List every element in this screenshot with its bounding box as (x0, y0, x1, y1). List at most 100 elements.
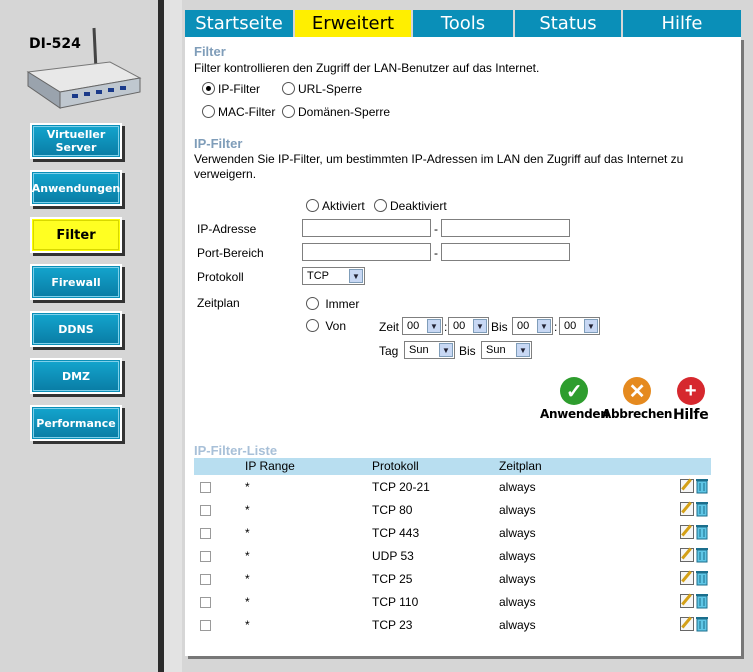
protocol-value: TCP (307, 270, 329, 282)
schedule-cell: always (499, 526, 536, 540)
cancel-button[interactable]: ✕ Abbrechen (602, 377, 672, 421)
nav-filter[interactable]: Filter (30, 217, 122, 253)
protocol-cell: TCP 25 (372, 572, 413, 586)
radio-url-block[interactable]: URL-Sperre (282, 82, 362, 96)
trash-icon[interactable] (696, 524, 708, 540)
ip-range-cell: * (245, 618, 250, 632)
radio-label: IP-Filter (218, 82, 260, 96)
radio-disabled[interactable]: Deaktiviert (374, 199, 447, 213)
edit-icon[interactable] (680, 594, 694, 608)
start-minute-select[interactable]: 00 ▼ (448, 317, 489, 335)
radio-mac-filter[interactable]: MAC-Filter (202, 105, 275, 119)
end-hour-select[interactable]: 00 ▼ (512, 317, 553, 335)
nav-virtual-server[interactable]: Virtueller Server (30, 123, 122, 159)
radio-domain-block[interactable]: Domänen-Sperre (282, 105, 390, 119)
top-tab-bar: Startseite Erweitert Tools Status Hilfe (185, 10, 741, 37)
edit-icon[interactable] (680, 571, 694, 585)
nav-firewall[interactable]: Firewall (30, 264, 122, 300)
trash-icon[interactable] (696, 501, 708, 517)
end-day-value: Sun (486, 344, 506, 356)
ip-address-label: IP-Adresse (197, 222, 257, 236)
row-checkbox[interactable] (200, 505, 211, 516)
end-minute-value: 00 (564, 320, 577, 332)
radio-label: MAC-Filter (218, 105, 276, 119)
edit-icon[interactable] (680, 479, 694, 493)
start-day-select[interactable]: Sun ▼ (404, 341, 455, 359)
row-checkbox[interactable] (200, 551, 211, 562)
day-label: Tag (379, 344, 399, 358)
radio-ip-filter[interactable]: IP-Filter (202, 82, 260, 96)
ip-range-dash: - (434, 222, 438, 236)
radio-label: URL-Sperre (298, 82, 363, 96)
table-row: * TCP 23 always (194, 616, 711, 639)
trash-icon[interactable] (696, 616, 708, 632)
radio-indicator (306, 319, 319, 332)
row-checkbox[interactable] (200, 597, 211, 608)
trash-icon[interactable] (696, 478, 708, 494)
row-checkbox[interactable] (200, 620, 211, 631)
table-row: * UDP 53 always (194, 547, 711, 570)
start-hour-select[interactable]: 00 ▼ (402, 317, 443, 335)
edit-icon[interactable] (680, 548, 694, 562)
time-colon: : (444, 320, 448, 334)
trash-icon[interactable] (696, 593, 708, 609)
edit-icon[interactable] (680, 525, 694, 539)
edit-icon[interactable] (680, 617, 694, 631)
radio-indicator (282, 82, 295, 95)
column-header: Zeitplan (499, 459, 542, 473)
nav-dmz[interactable]: DMZ (30, 358, 122, 394)
tab-advanced[interactable]: Erweitert (295, 10, 413, 37)
port-start-input[interactable] (302, 243, 431, 261)
ip-filter-description: Verwenden Sie IP-Filter, um bestimmten I… (194, 152, 684, 181)
row-checkbox[interactable] (200, 482, 211, 493)
device-model-label: DI-524 (29, 36, 81, 52)
port-end-input[interactable] (441, 243, 570, 261)
ip-range-cell: * (245, 480, 250, 494)
schedule-cell: always (499, 549, 536, 563)
protocol-select[interactable]: TCP ▼ (302, 267, 365, 285)
ip-start-input[interactable] (302, 219, 431, 237)
end-hour-value: 00 (517, 320, 530, 332)
tab-home[interactable]: Startseite (185, 10, 295, 37)
radio-from[interactable]: Von (306, 319, 346, 333)
column-header: IP Range (245, 459, 295, 473)
row-checkbox[interactable] (200, 574, 211, 585)
tab-tools[interactable]: Tools (413, 10, 515, 37)
schedule-label: Zeitplan (197, 296, 240, 310)
tab-status[interactable]: Status (515, 10, 623, 37)
end-day-select[interactable]: Sun ▼ (481, 341, 532, 359)
tab-help[interactable]: Hilfe (623, 10, 741, 37)
trash-icon[interactable] (696, 547, 708, 563)
nav-label: DMZ (33, 361, 119, 391)
end-minute-select[interactable]: 00 ▼ (559, 317, 600, 335)
trash-icon[interactable] (696, 570, 708, 586)
nav-performance[interactable]: Performance (30, 405, 122, 441)
chevron-down-icon: ▼ (427, 319, 441, 333)
radio-always[interactable]: Immer (306, 297, 359, 311)
nav-applications[interactable]: Anwendungen (30, 170, 122, 206)
radio-label: Aktiviert (322, 199, 365, 213)
table-row: * TCP 80 always (194, 501, 711, 524)
help-button[interactable]: + Hilfe (673, 377, 709, 423)
edit-icon[interactable] (680, 502, 694, 516)
nav-ddns[interactable]: DDNS (30, 311, 122, 347)
row-checkbox[interactable] (200, 528, 211, 539)
port-range-dash: - (434, 246, 438, 260)
radio-indicator (306, 199, 319, 212)
radio-indicator (202, 105, 215, 118)
protocol-cell: TCP 80 (372, 503, 413, 517)
time-label: Zeit (379, 320, 400, 334)
ip-end-input[interactable] (441, 219, 570, 237)
nav-label: Firewall (33, 267, 119, 297)
protocol-cell: TCP 110 (372, 595, 419, 609)
chevron-down-icon: ▼ (516, 343, 530, 357)
radio-enabled[interactable]: Aktiviert (306, 199, 365, 213)
start-hour-value: 00 (407, 320, 420, 332)
schedule-cell: always (499, 595, 536, 609)
protocol-cell: UDP 53 (372, 549, 414, 563)
chevron-down-icon: ▼ (584, 319, 598, 333)
schedule-cell: always (499, 618, 536, 632)
radio-label: Domänen-Sperre (298, 105, 391, 119)
apply-button[interactable]: ✓ Anwenden (540, 377, 609, 421)
table-row: * TCP 443 always (194, 524, 711, 547)
